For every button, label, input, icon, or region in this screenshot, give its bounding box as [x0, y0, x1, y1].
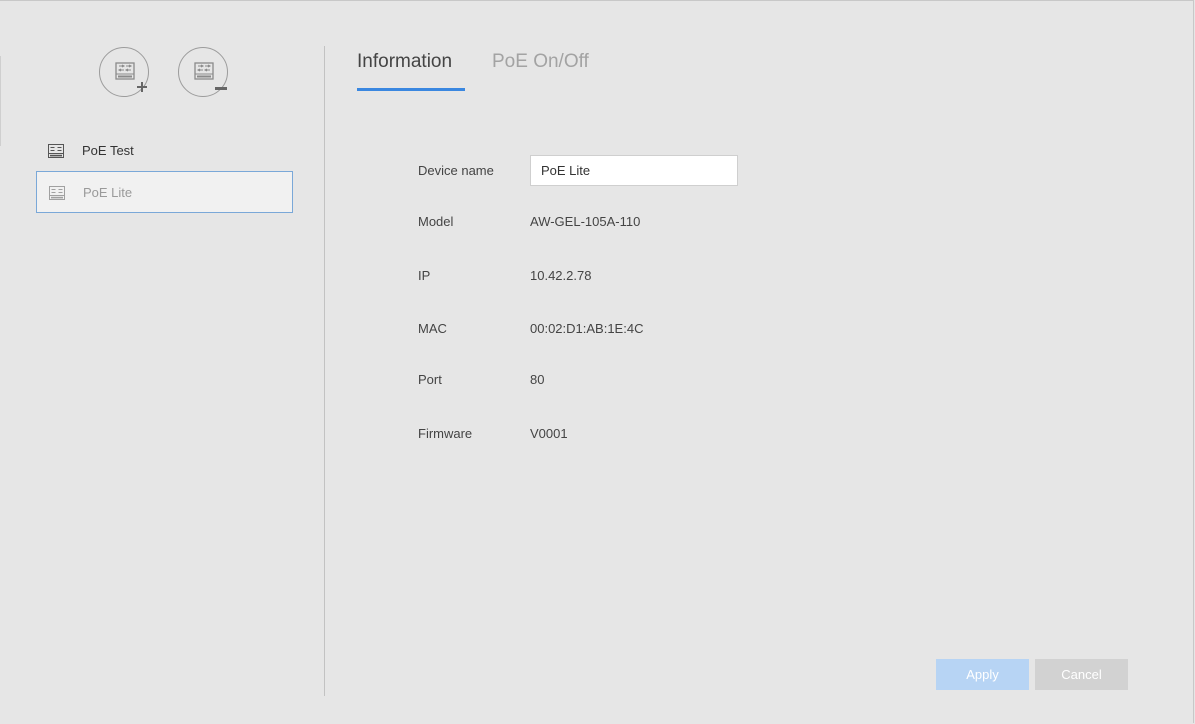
- device-sidebar: PoE Test PoE Lite: [0, 0, 325, 724]
- port-label: Port: [418, 372, 442, 387]
- mac-value: 00:02:D1:AB:1E:4C: [530, 321, 644, 336]
- cancel-button[interactable]: Cancel: [1035, 659, 1128, 690]
- tab-poe-on-off[interactable]: PoE On/Off: [492, 50, 589, 74]
- firmware-value: V0001: [530, 426, 568, 441]
- panel-divider: [324, 46, 325, 696]
- model-value: AW-GEL-105A-110: [530, 214, 641, 229]
- ip-label: IP: [418, 268, 431, 283]
- device-label: PoE Test: [82, 143, 134, 158]
- device-name-label: Device name: [418, 163, 494, 178]
- device-label: PoE Lite: [83, 185, 133, 200]
- mac-label: MAC: [418, 321, 447, 336]
- remove-device-button[interactable]: [178, 47, 228, 97]
- device-list-item-selected[interactable]: PoE Lite: [36, 171, 293, 213]
- firmware-label: Firmware: [418, 426, 473, 441]
- device-name-input[interactable]: [530, 155, 738, 186]
- switch-icon: [48, 144, 64, 158]
- ip-value: 10.42.2.78: [530, 268, 592, 283]
- apply-button[interactable]: Apply: [936, 659, 1029, 690]
- active-tab-indicator: [357, 88, 465, 91]
- add-switch-icon: [115, 62, 147, 92]
- tab-information[interactable]: Information: [357, 50, 452, 74]
- switch-icon: [49, 186, 65, 200]
- port-value: 80: [530, 372, 545, 387]
- add-device-button[interactable]: [99, 47, 149, 97]
- model-label: Model: [418, 214, 454, 229]
- remove-switch-icon: [194, 62, 227, 90]
- device-list-item[interactable]: PoE Test: [36, 130, 293, 172]
